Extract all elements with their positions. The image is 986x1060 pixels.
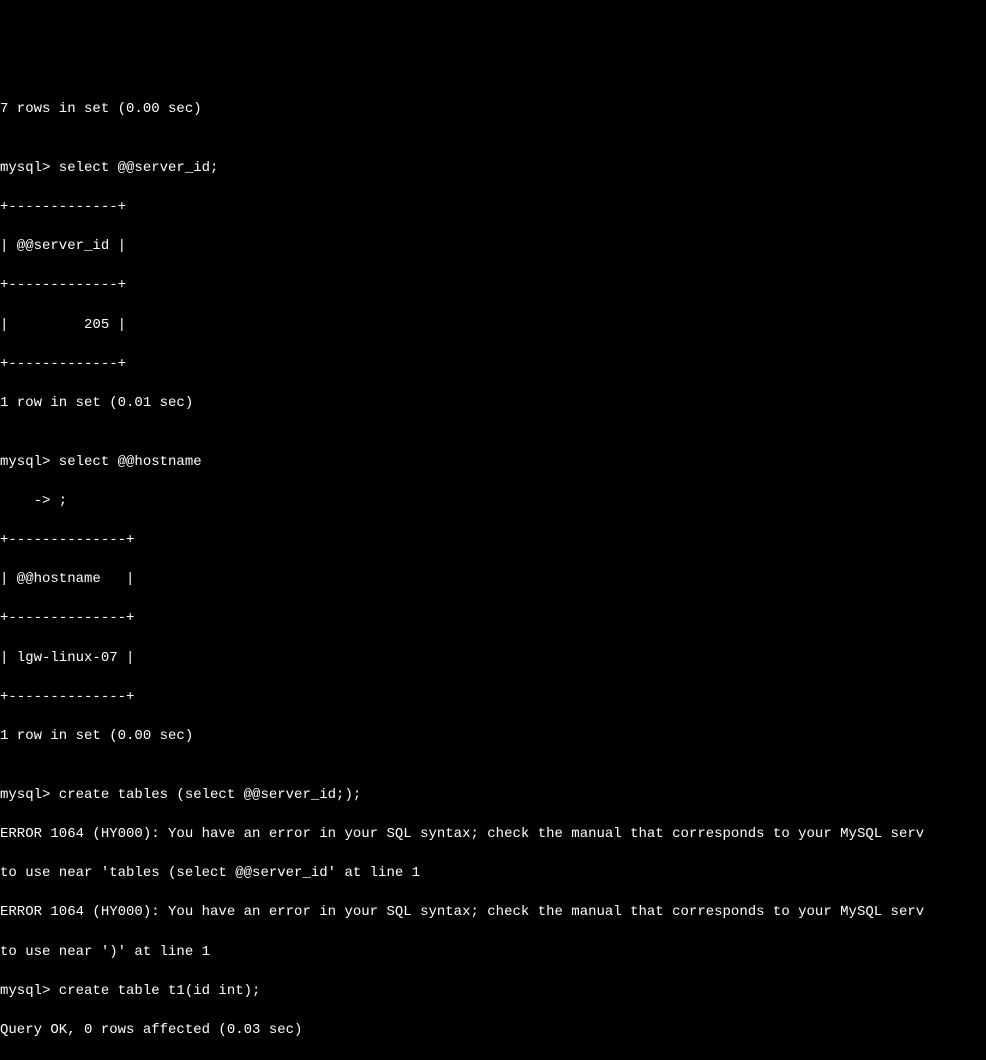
table-header: | @@server_id | — [0, 237, 986, 257]
terminal-output[interactable]: 7 rows in set (0.00 sec) mysql> select @… — [0, 78, 986, 1060]
table-row: | lgw-linux-07 | — [0, 649, 986, 669]
table-border: +--------------+ — [0, 609, 986, 629]
table-border: +-------------+ — [0, 198, 986, 218]
prompt-line: mysql> create table t1(id int); — [0, 982, 986, 1002]
table-border: +-------------+ — [0, 355, 986, 375]
table-border: +--------------+ — [0, 688, 986, 708]
prompt-line: mysql> select @@hostname — [0, 453, 986, 473]
output-line: 7 rows in set (0.00 sec) — [0, 100, 986, 120]
error-line: to use near 'tables (select @@server_id'… — [0, 864, 986, 884]
prompt-line: mysql> create tables (select @@server_id… — [0, 786, 986, 806]
result-summary: 1 row in set (0.01 sec) — [0, 394, 986, 414]
error-line: to use near ')' at line 1 — [0, 943, 986, 963]
continuation-line: -> ; — [0, 492, 986, 512]
result-summary: 1 row in set (0.00 sec) — [0, 727, 986, 747]
table-border: +--------------+ — [0, 531, 986, 551]
table-border: +-------------+ — [0, 276, 986, 296]
prompt-line: mysql> select @@server_id; — [0, 159, 986, 179]
error-line: ERROR 1064 (HY000): You have an error in… — [0, 825, 986, 845]
table-header: | @@hostname | — [0, 570, 986, 590]
error-line: ERROR 1064 (HY000): You have an error in… — [0, 903, 986, 923]
table-row: | 205 | — [0, 316, 986, 336]
result-summary: Query OK, 0 rows affected (0.03 sec) — [0, 1021, 986, 1041]
